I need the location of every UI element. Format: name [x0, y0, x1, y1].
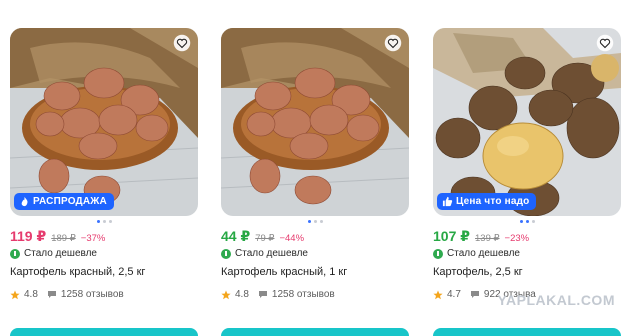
- discount-percent: −44%: [279, 233, 305, 244]
- pagination-dot[interactable]: [525, 220, 529, 223]
- rating-row: 4.8 1258 отзывов: [221, 289, 409, 300]
- heart-icon[interactable]: [173, 34, 191, 52]
- heart-icon[interactable]: [384, 34, 402, 52]
- old-price: 79 ₽: [255, 233, 275, 244]
- watermark: YAPLAKAL.COM: [497, 292, 615, 308]
- product-photo[interactable]: [221, 28, 409, 216]
- rating-value: 4.8: [235, 289, 249, 300]
- red-potatoes-image: [10, 28, 198, 216]
- add-to-cart-button[interactable]: [433, 328, 621, 336]
- product-title[interactable]: Картофель красный, 2,5 кг: [10, 266, 198, 278]
- reviews-count[interactable]: 1258 отзывов: [272, 289, 335, 300]
- price-drop-label: Стало дешевле: [447, 248, 520, 259]
- product-photo[interactable]: РАСПРОДАЖА: [10, 28, 198, 216]
- product-title[interactable]: Картофель красный, 1 кг: [221, 266, 409, 278]
- pagination-dot[interactable]: [307, 220, 311, 223]
- price-drop-note: Стало дешевле: [433, 248, 621, 259]
- thumbs-up-icon: [442, 196, 453, 207]
- pagination-dot[interactable]: [108, 220, 112, 223]
- current-price: 107 ₽: [433, 228, 470, 244]
- yellow-potatoes-image: [433, 28, 621, 216]
- discount-percent: −37%: [80, 233, 106, 244]
- photo-pagination: [433, 220, 621, 224]
- price-drop-label: Стало дешевле: [24, 248, 97, 259]
- product-title[interactable]: Картофель, 2,5 кг: [433, 266, 621, 278]
- pagination-dot[interactable]: [319, 220, 323, 223]
- heart-icon[interactable]: [596, 34, 614, 52]
- photo-pagination: [10, 220, 198, 224]
- sale-badge: РАСПРОДАЖА: [14, 193, 114, 210]
- old-price: 139 ₽: [475, 233, 500, 244]
- price-drop-icon: [221, 248, 231, 259]
- price-drop-label: Стало дешевле: [235, 248, 308, 259]
- add-to-cart-button[interactable]: [221, 328, 409, 336]
- rating-value: 4.8: [24, 289, 38, 300]
- price-row: 44 ₽ 79 ₽ −44%: [221, 228, 409, 245]
- badge-label: Цена что надо: [456, 196, 530, 207]
- price-drop-icon: [433, 248, 443, 259]
- price-drop-note: Стало дешевле: [10, 248, 198, 259]
- star-icon: [433, 290, 443, 299]
- photo-pagination: [221, 220, 409, 224]
- good-price-badge: Цена что надо: [437, 193, 537, 210]
- pagination-dot[interactable]: [531, 220, 535, 223]
- price-row: 119 ₽ 189 ₽ −37%: [10, 228, 198, 245]
- rating-value: 4.7: [447, 289, 461, 300]
- star-icon: [221, 290, 231, 299]
- comment-icon: [258, 291, 267, 298]
- product-grid: РАСПРОДАЖА 119 ₽ 189 ₽ −37% Стало дешевл…: [10, 28, 630, 336]
- badge-label: РАСПРОДАЖА: [33, 196, 107, 207]
- pagination-dot[interactable]: [96, 220, 100, 223]
- product-photo[interactable]: Цена что надо: [433, 28, 621, 216]
- price-drop-icon: [10, 248, 20, 259]
- current-price: 119 ₽: [10, 228, 47, 244]
- price-drop-note: Стало дешевле: [221, 248, 409, 259]
- add-to-cart-button[interactable]: [10, 328, 198, 336]
- pagination-dot[interactable]: [102, 220, 106, 223]
- pagination-dot[interactable]: [519, 220, 523, 223]
- reviews-count[interactable]: 1258 отзывов: [61, 289, 124, 300]
- fire-icon: [21, 196, 28, 207]
- discount-percent: −23%: [504, 233, 530, 244]
- comment-icon: [47, 291, 56, 298]
- current-price: 44 ₽: [221, 228, 251, 244]
- old-price: 189 ₽: [51, 233, 76, 244]
- comment-icon: [470, 291, 479, 298]
- product-card[interactable]: Цена что надо 107 ₽ 139 ₽ −23% Стало деш…: [433, 28, 621, 336]
- price-row: 107 ₽ 139 ₽ −23%: [433, 228, 621, 245]
- red-potatoes-image: [221, 28, 409, 216]
- product-card[interactable]: РАСПРОДАЖА 119 ₽ 189 ₽ −37% Стало дешевл…: [10, 28, 198, 336]
- pagination-dot[interactable]: [313, 220, 317, 223]
- star-icon: [10, 290, 20, 299]
- product-card[interactable]: 44 ₽ 79 ₽ −44% Стало дешевле Картофель к…: [221, 28, 409, 336]
- rating-row: 4.8 1258 отзывов: [10, 289, 198, 300]
